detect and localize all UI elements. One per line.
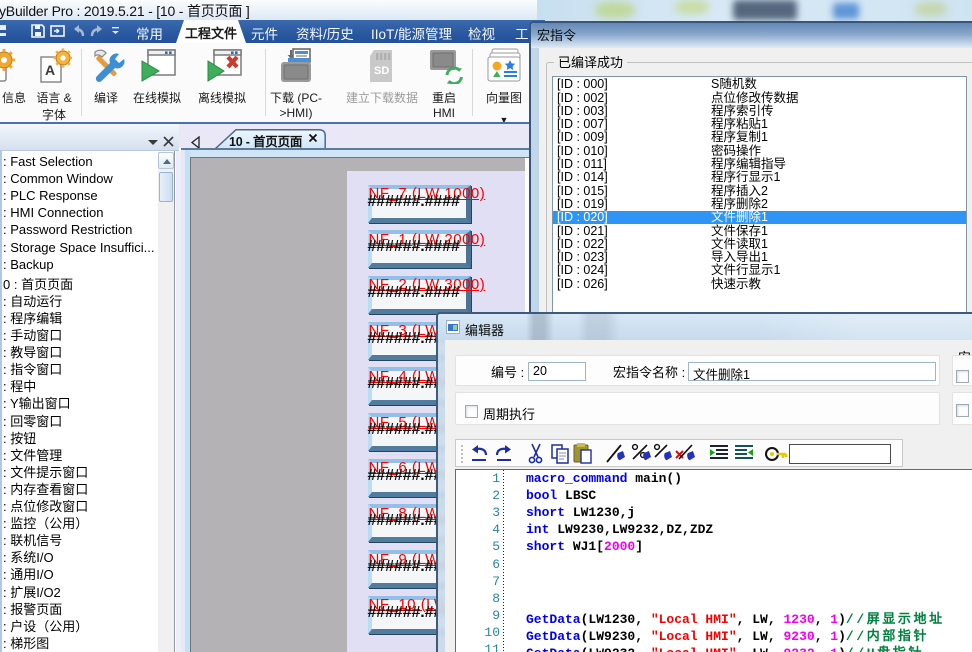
svg-text:A: A [45,62,55,78]
svg-text:SD: SD [374,65,389,77]
